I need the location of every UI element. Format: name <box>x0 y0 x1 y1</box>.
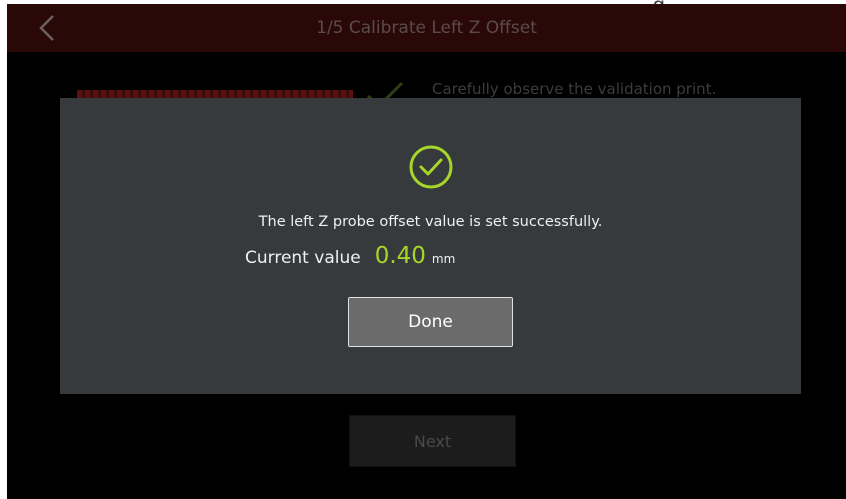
done-button[interactable]: Done <box>348 297 513 347</box>
current-value-number: 0.40 <box>374 243 426 269</box>
success-message: The left Z probe offset value is set suc… <box>258 214 603 230</box>
instruction-text: Carefully observe the validation print. <box>432 80 717 98</box>
current-value-row: Current value 0.40 mm <box>245 243 455 275</box>
stage: g 1/5 Calibrate Left Z Offset Carefully … <box>0 0 846 499</box>
validation-print-preview <box>77 90 353 98</box>
printer-screen: 1/5 Calibrate Left Z Offset Carefully ob… <box>7 4 846 499</box>
page-title: 1/5 Calibrate Left Z Offset <box>316 18 537 38</box>
success-dialog: The left Z probe offset value is set suc… <box>60 98 801 394</box>
title-bar: 1/5 Calibrate Left Z Offset <box>7 4 846 52</box>
current-value-unit: mm <box>431 252 456 266</box>
current-value-label: Current value <box>245 248 361 268</box>
success-check-circle-icon <box>409 145 453 189</box>
next-button[interactable]: Next <box>349 415 516 467</box>
